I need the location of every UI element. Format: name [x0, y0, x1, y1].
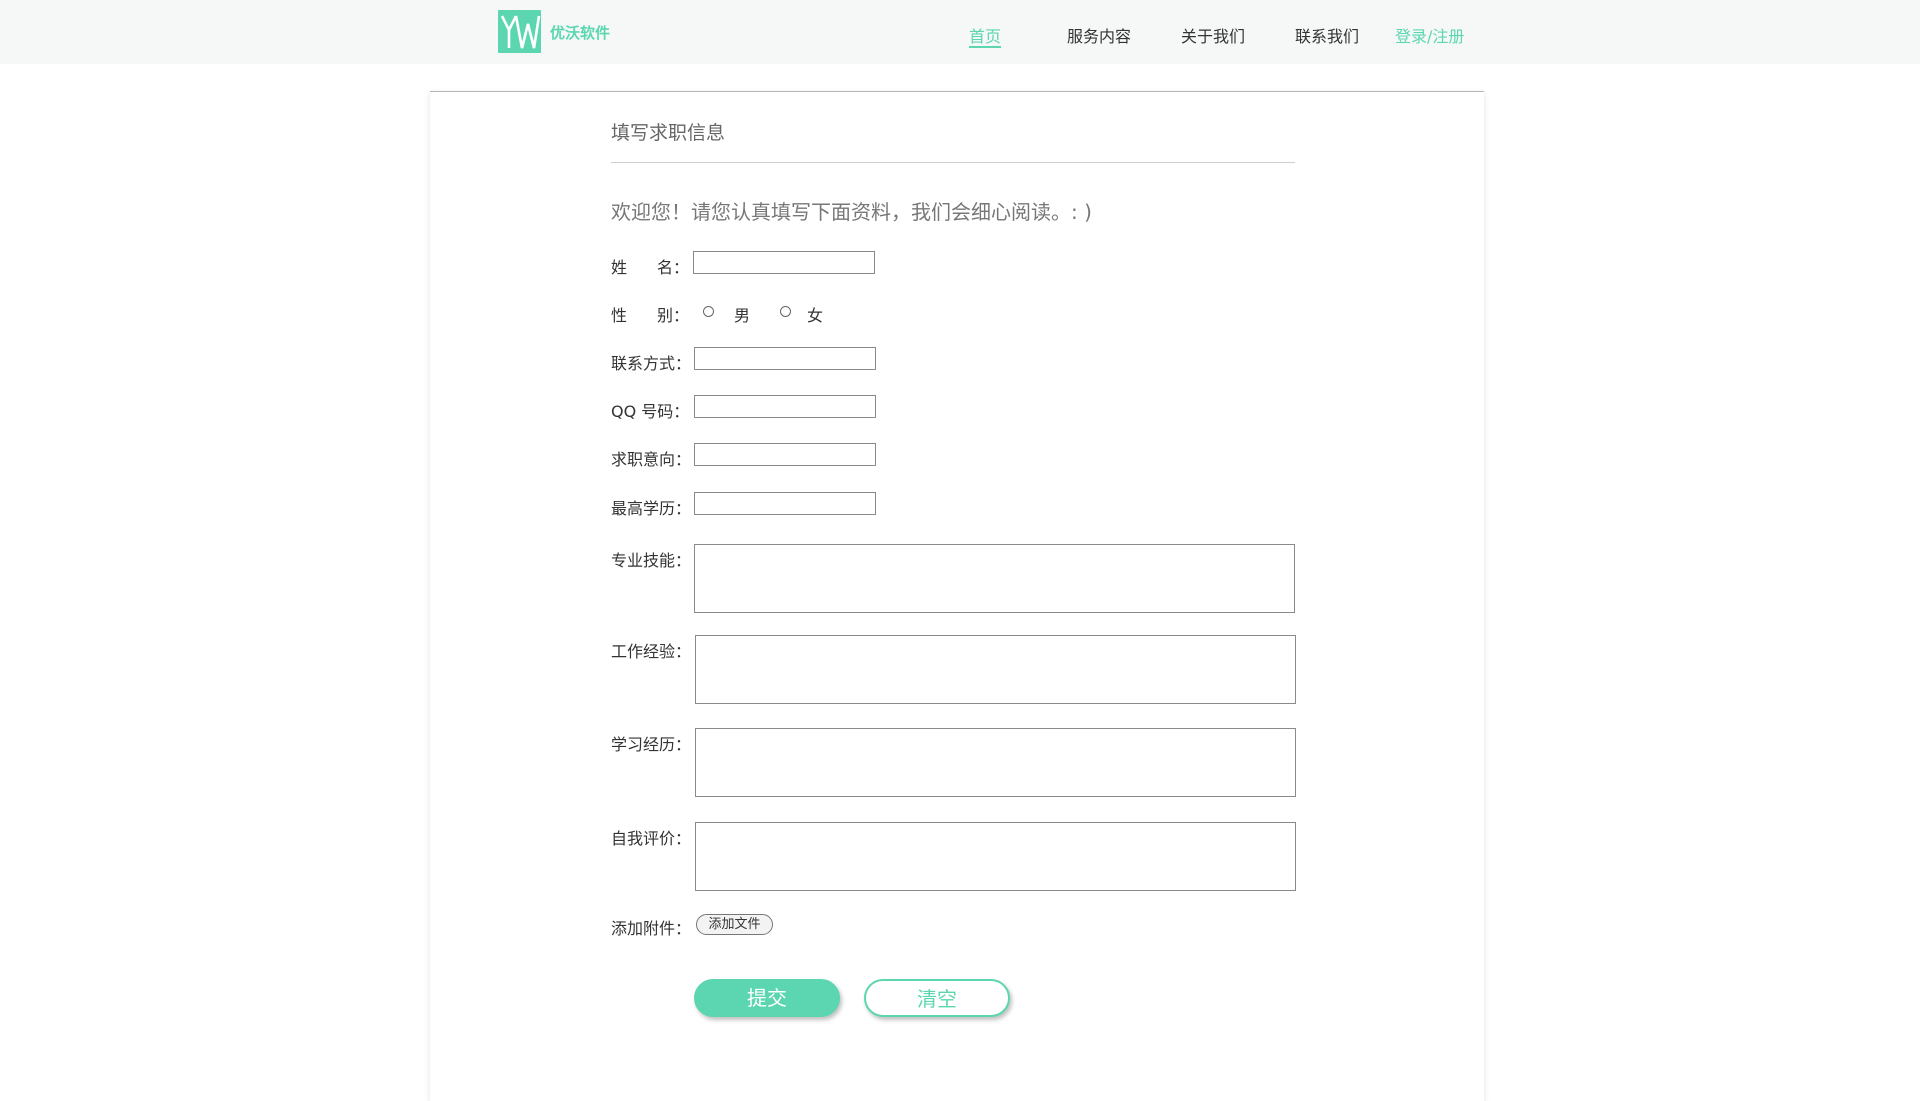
nav-services[interactable]: 服务内容	[1067, 23, 1131, 47]
name-label-part2: 名：	[657, 258, 690, 277]
gender-label: 性 别：	[611, 302, 689, 326]
self-evaluation-textarea[interactable]	[695, 822, 1296, 891]
submit-button[interactable]: 提交	[694, 979, 840, 1017]
top-header: 优沃软件 首页 服务内容 关于我们 联系我们 登录/注册	[0, 0, 1920, 64]
clear-button[interactable]: 清空	[864, 979, 1010, 1017]
qq-input[interactable]	[694, 395, 876, 418]
nav-contact[interactable]: 联系我们	[1295, 23, 1359, 47]
gender-female-label: 女	[807, 306, 824, 325]
education-input[interactable]	[694, 492, 876, 515]
attachment-label: 添加附件：	[611, 919, 692, 938]
welcome-text: 欢迎您！请您认真填写下面资料，我们会细心阅读。: )	[611, 200, 1092, 224]
name-label-part1: 姓	[611, 258, 628, 277]
study-experience-textarea[interactable]	[695, 728, 1296, 797]
job-intention-input[interactable]	[694, 443, 876, 466]
add-file-button[interactable]: 添加文件	[696, 914, 773, 935]
title-divider	[611, 162, 1295, 163]
qq-label: QQ 号码：	[611, 402, 690, 421]
skills-textarea[interactable]	[694, 544, 1295, 613]
self-evaluation-label: 自我评价：	[611, 829, 692, 848]
name-input[interactable]	[693, 251, 875, 274]
gender-female-radio[interactable]	[780, 306, 791, 317]
nav-home[interactable]: 首页	[969, 23, 1001, 47]
gender-label-part2: 别：	[657, 306, 690, 325]
main-nav: 首页 服务内容 关于我们 联系我们 登录/注册	[0, 0, 1920, 64]
job-intention-label: 求职意向：	[611, 450, 692, 469]
name-label: 姓 名：	[611, 254, 689, 278]
work-experience-label: 工作经验：	[611, 642, 692, 661]
skills-label: 专业技能：	[611, 551, 692, 570]
gender-label-part1: 性	[611, 306, 628, 325]
nav-about[interactable]: 关于我们	[1181, 23, 1245, 47]
education-label: 最高学历：	[611, 499, 692, 518]
study-experience-label: 学习经历：	[611, 735, 692, 754]
nav-active-indicator	[969, 46, 1001, 48]
nav-login-register[interactable]: 登录/注册	[1395, 23, 1464, 47]
gender-male-radio[interactable]	[703, 306, 714, 317]
work-experience-textarea[interactable]	[695, 635, 1296, 704]
gender-male-label: 男	[734, 306, 751, 325]
form-title: 填写求职信息	[611, 122, 726, 144]
contact-label: 联系方式：	[611, 354, 692, 373]
contact-input[interactable]	[694, 347, 876, 370]
